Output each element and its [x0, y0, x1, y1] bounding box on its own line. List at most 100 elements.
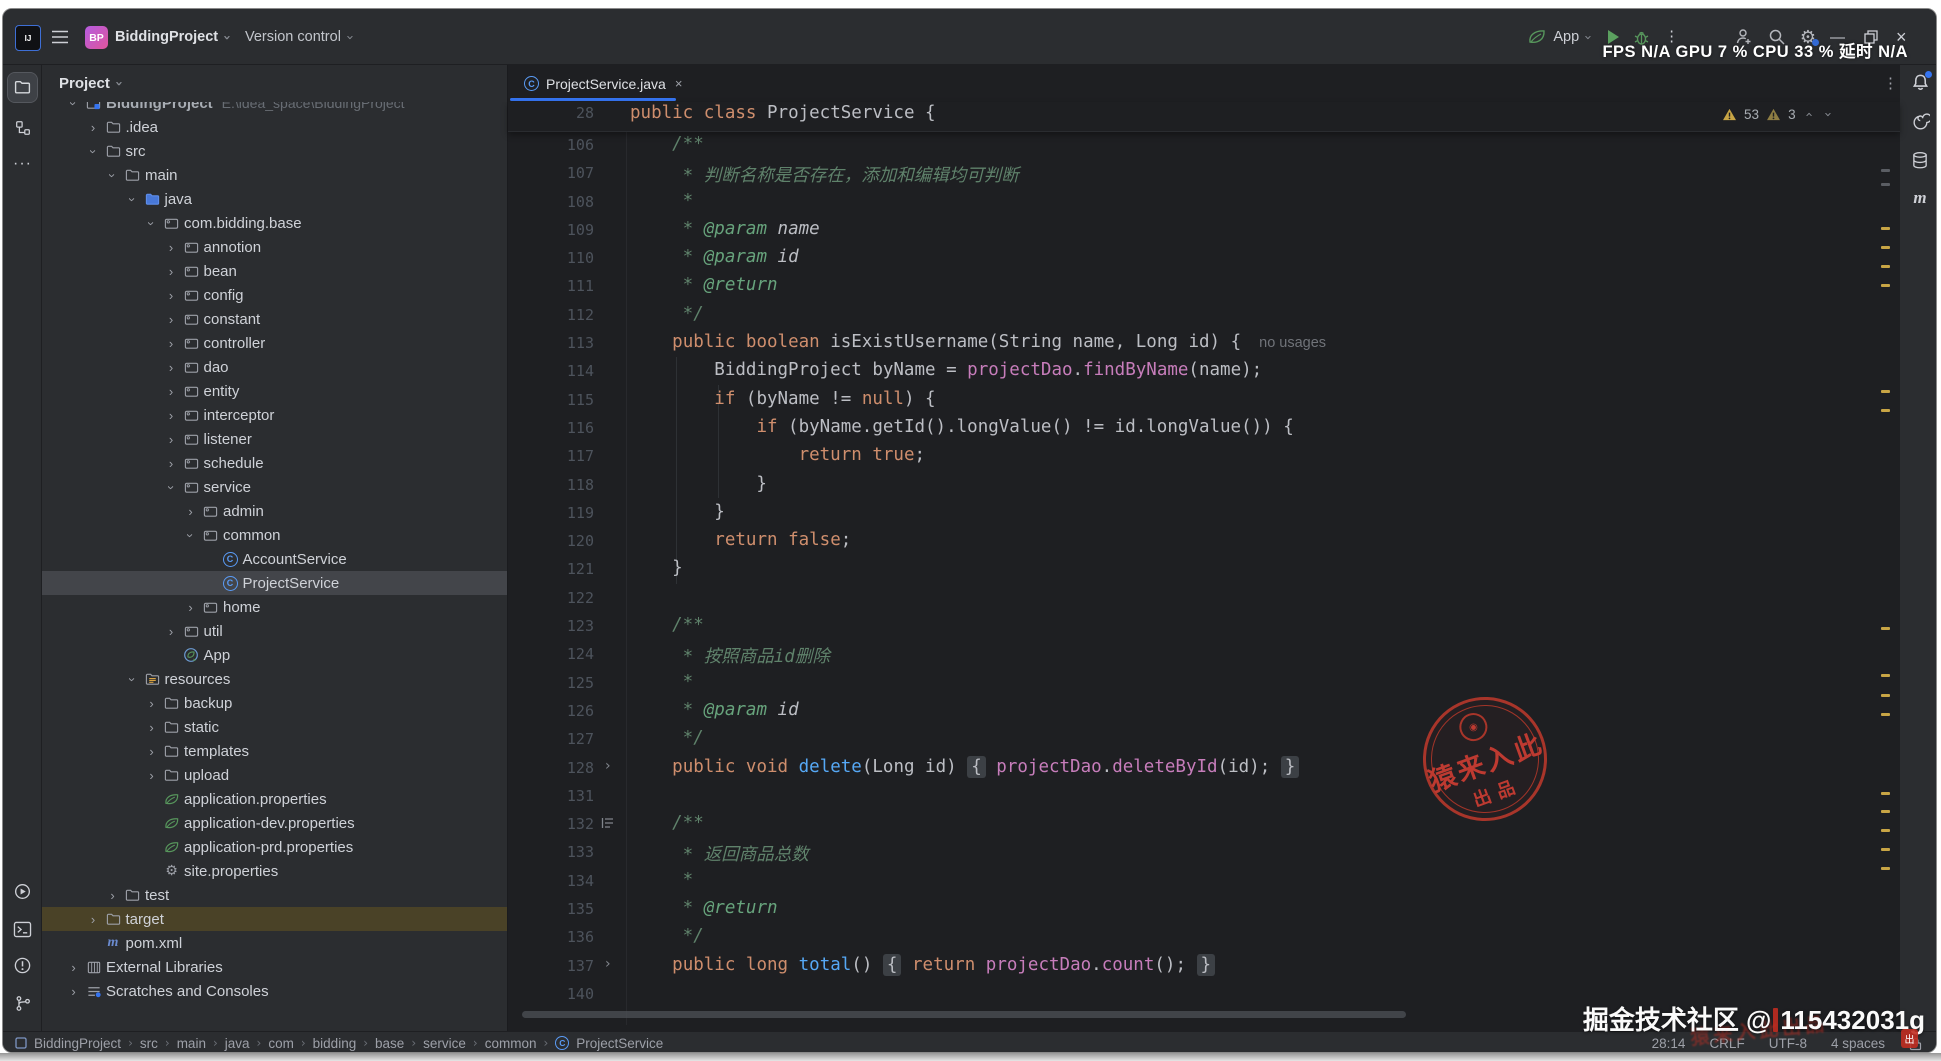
tree-item-home[interactable]: › home	[42, 595, 507, 619]
code-line-109[interactable]: 109 * @param name	[508, 216, 1900, 244]
breadcrumb-item[interactable]: src	[140, 1036, 158, 1051]
close-tab-icon[interactable]: ×	[675, 76, 683, 91]
chevron-right-icon[interactable]: ›	[143, 744, 160, 759]
code-line-136[interactable]: 136 */	[508, 923, 1900, 951]
tree-item-bean[interactable]: › bean	[42, 259, 507, 283]
prev-problem-icon[interactable]: ›	[1802, 112, 1817, 117]
tree-item-config[interactable]: › config	[42, 283, 507, 307]
chevron-down-icon[interactable]: ›	[125, 671, 140, 688]
maven-button[interactable]: m	[1907, 185, 1933, 211]
sticky-header-line[interactable]: 28 public class ProjectService {	[508, 102, 1900, 132]
code-line-133[interactable]: 133 * 返回商品总数	[508, 838, 1900, 866]
main-menu-button[interactable]	[51, 9, 69, 65]
chevron-down-icon[interactable]: ›	[183, 527, 198, 544]
tree-item-site-properties[interactable]: ⚙ site.properties	[42, 859, 507, 883]
tree-item-application-dev-properties[interactable]: application-dev.properties	[42, 811, 507, 835]
tree-item-util[interactable]: › util	[42, 619, 507, 643]
horizontal-scrollbar[interactable]	[522, 1011, 1406, 1018]
run-configuration-selector[interactable]: App ›	[1528, 29, 1595, 46]
code-line-134[interactable]: 134 *	[508, 867, 1900, 895]
notifications-button[interactable]	[1907, 69, 1933, 95]
tree-item-scratches-and-consoles[interactable]: › Scratches and Consoles	[42, 979, 507, 1003]
chevron-right-icon[interactable]: ›	[163, 240, 180, 255]
inspections-widget[interactable]: 53 3 › ›	[1722, 107, 1835, 122]
tree-item-backup[interactable]: › backup	[42, 691, 507, 715]
code-line-120[interactable]: 120 return false;	[508, 527, 1900, 555]
code-line-125[interactable]: 125 *	[508, 669, 1900, 697]
project-toolwindow-button[interactable]	[7, 72, 38, 103]
tree-item-application-prd-properties[interactable]: application-prd.properties	[42, 835, 507, 859]
chevron-right-icon[interactable]: ›	[182, 600, 199, 615]
tree-item-schedule[interactable]: › schedule	[42, 451, 507, 475]
ai-assistant-button[interactable]	[1907, 109, 1933, 135]
tree-item-pom-xml[interactable]: m pom.xml	[42, 931, 507, 955]
fold-arrow-icon[interactable]: ›	[605, 758, 611, 774]
chevron-right-icon[interactable]: ›	[163, 456, 180, 471]
tree-item-projectservice[interactable]: C ProjectService	[42, 571, 507, 595]
chevron-right-icon[interactable]: ›	[163, 312, 180, 327]
tree-item-static[interactable]: › static	[42, 715, 507, 739]
chevron-right-icon[interactable]: ›	[143, 720, 160, 735]
code-line-122[interactable]: 122	[508, 584, 1900, 612]
vcs-selector[interactable]: Version control ›	[245, 9, 357, 65]
code-line-126[interactable]: 126 * @param id	[508, 697, 1900, 725]
chevron-right-icon[interactable]: ›	[163, 264, 180, 279]
code-lines[interactable]: 106 /** 107 * 判断名称是否存在，添加和编辑均可判断 108 * 109 …	[508, 131, 1900, 1008]
code-line-107[interactable]: 107 * 判断名称是否存在，添加和编辑均可判断	[508, 159, 1900, 187]
terminal-toolwindow-button[interactable]	[8, 915, 37, 944]
tab-list-button[interactable]: ⋮	[1883, 74, 1898, 92]
services-toolwindow-button[interactable]	[8, 877, 37, 906]
caret-position[interactable]: 28:14	[1652, 1036, 1686, 1051]
code-line-117[interactable]: 117 return true;	[508, 442, 1900, 470]
code-line-114[interactable]: 114 BiddingProject byName = projectDao.f…	[508, 357, 1900, 385]
code-line-121[interactable]: 121 }	[508, 555, 1900, 583]
chevron-down-icon[interactable]: ›	[164, 479, 179, 496]
chevron-right-icon[interactable]: ›	[104, 888, 121, 903]
breadcrumb-item[interactable]: bidding	[313, 1036, 357, 1051]
indent-setting[interactable]: 4 spaces	[1831, 1036, 1885, 1051]
tree-item-test[interactable]: › test	[42, 883, 507, 907]
chevron-right-icon[interactable]: ›	[143, 768, 160, 783]
tree-item-main[interactable]: › main	[42, 163, 507, 187]
gutter-icon[interactable]	[601, 817, 614, 829]
tree-item-interceptor[interactable]: › interceptor	[42, 403, 507, 427]
version-control-toolwindow-button[interactable]	[8, 989, 37, 1018]
chevron-right-icon[interactable]: ›	[85, 120, 102, 135]
tree-item--idea[interactable]: › .idea	[42, 115, 507, 139]
tree-item-resources[interactable]: › resources	[42, 667, 507, 691]
breadcrumb-item[interactable]: com	[268, 1036, 294, 1051]
chevron-right-icon[interactable]: ›	[85, 912, 102, 927]
breadcrumb-item[interactable]: ProjectService	[576, 1036, 663, 1051]
database-button[interactable]	[1907, 147, 1933, 173]
code-line-115[interactable]: 115 if (byName != null) {	[508, 386, 1900, 414]
breadcrumb-item[interactable]: base	[375, 1036, 404, 1051]
breadcrumb-item[interactable]: java	[225, 1036, 250, 1051]
chevron-right-icon[interactable]: ›	[163, 360, 180, 375]
chevron-down-icon[interactable]: ›	[125, 191, 140, 208]
project-panel-header[interactable]: Project ›	[42, 65, 507, 102]
tree-item-com-bidding-base[interactable]: › com.bidding.base	[42, 211, 507, 235]
chevron-right-icon[interactable]: ›	[163, 432, 180, 447]
chevron-right-icon[interactable]: ›	[163, 288, 180, 303]
chevron-right-icon[interactable]: ›	[182, 504, 199, 519]
project-selector[interactable]: BiddingProject ›	[115, 9, 234, 65]
code-line-106[interactable]: 106 /**	[508, 131, 1900, 159]
code-line-127[interactable]: 127 */	[508, 725, 1900, 753]
chevron-right-icon[interactable]: ›	[163, 624, 180, 639]
code-line-112[interactable]: 112 */	[508, 301, 1900, 329]
code-line-118[interactable]: 118 }	[508, 471, 1900, 499]
code-line-132[interactable]: 132 /**	[508, 810, 1900, 838]
next-problem-icon[interactable]: ›	[1820, 112, 1835, 117]
tree-item-common[interactable]: › common	[42, 523, 507, 547]
tree-item-target[interactable]: › target	[42, 907, 507, 931]
tree-item-templates[interactable]: › templates	[42, 739, 507, 763]
tree-item-upload[interactable]: › upload	[42, 763, 507, 787]
code-line-124[interactable]: 124 * 按照商品id删除	[508, 640, 1900, 668]
chevron-right-icon[interactable]: ›	[143, 696, 160, 711]
code-line-131[interactable]: 131	[508, 782, 1900, 810]
problems-toolwindow-button[interactable]	[8, 951, 37, 980]
breadcrumb-item[interactable]: common	[485, 1036, 537, 1051]
chevron-right-icon[interactable]: ›	[163, 408, 180, 423]
chevron-down-icon[interactable]: ›	[86, 143, 101, 160]
code-line-116[interactable]: 116 if (byName.getId().longValue() != id…	[508, 414, 1900, 442]
